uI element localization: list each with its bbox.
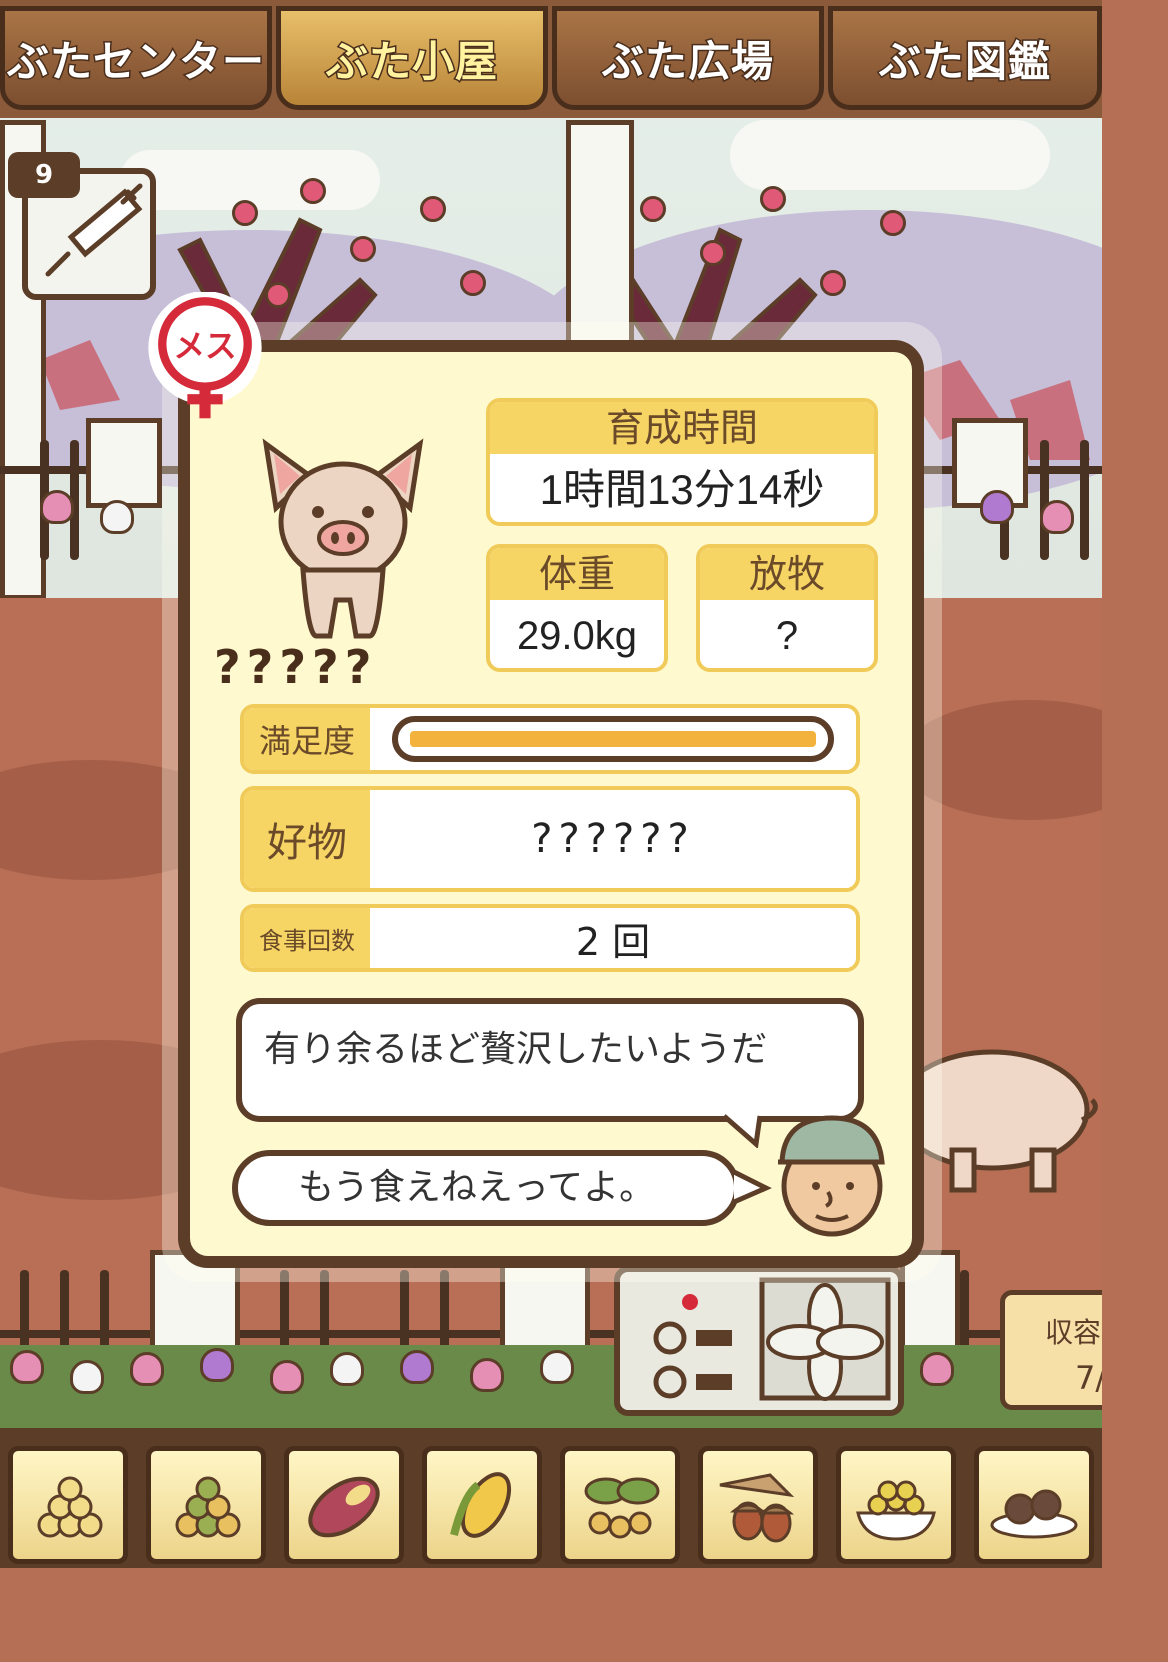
food-slot-acorns[interactable]	[698, 1446, 818, 1564]
cyclamen-flower	[470, 1358, 504, 1392]
meals-label: 食事回数	[244, 908, 370, 968]
growth-time-value: 1時間13分14秒	[539, 466, 825, 513]
fan-icon	[653, 1277, 891, 1401]
favorite-value: ??????	[531, 816, 695, 862]
cyclamen-flower	[270, 1360, 304, 1394]
cyclamen-flower	[10, 1350, 44, 1384]
corn-icon	[450, 1472, 512, 1538]
favorite-food-row: 好物 ??????	[240, 786, 860, 892]
cyclamen-flower	[980, 490, 1014, 524]
food-slot-leafy-plant[interactable]	[560, 1446, 680, 1564]
farmer-speech-bubble: もう食えねえってよ。	[232, 1150, 740, 1226]
blossom	[880, 210, 906, 236]
food-slot-dark-balls[interactable]	[974, 1446, 1094, 1564]
tab-buta-center[interactable]: ぶたセンター	[0, 6, 272, 110]
blossom	[350, 236, 376, 262]
blossom	[420, 196, 446, 222]
blossom	[700, 240, 726, 266]
cyclamen-flower	[920, 1352, 954, 1386]
food-slot-corn[interactable]	[422, 1446, 542, 1564]
grazing-card: 放牧 ?	[696, 544, 878, 672]
meals-value: 2 回	[575, 919, 651, 964]
gate-pillar	[86, 418, 162, 508]
tab-label: ぶた小屋	[324, 35, 498, 87]
farmer-speech-text: もう食えねえってよ。	[298, 1167, 656, 1208]
blossom	[300, 178, 326, 204]
food-slot-soybeans[interactable]	[8, 1446, 128, 1564]
food-slot-green-beans[interactable]	[146, 1446, 266, 1564]
food-slot-grain-bowl[interactable]	[836, 1446, 956, 1564]
fence-post	[1080, 440, 1089, 560]
ventilation-machine	[614, 1266, 904, 1416]
female-gender-icon: メス	[148, 292, 262, 419]
favorite-label: 好物	[244, 790, 370, 888]
satisfaction-gauge	[392, 716, 834, 762]
weight-card: 体重 29.0kg	[486, 544, 668, 672]
soybean-pile-icon	[37, 1476, 103, 1538]
cyclamen-flower	[540, 1350, 574, 1384]
status-message-text: 有り余るほど贅沢したいようだ	[264, 1029, 768, 1070]
tab-label: ぶたセンター	[5, 35, 265, 87]
satisfaction-gauge-fill	[410, 731, 816, 747]
cyclamen-flower	[330, 1352, 364, 1386]
tab-label: ぶた図鑑	[877, 35, 1051, 87]
blossom	[232, 200, 258, 226]
cyclamen-flower	[100, 500, 134, 534]
blossom	[460, 270, 486, 296]
capacity-value: 7/	[1075, 1359, 1102, 1397]
cyclamen-flower	[400, 1350, 434, 1384]
pillar	[566, 120, 634, 350]
weight-label: 体重	[490, 548, 664, 600]
top-nav: ぶたセンター ぶた小屋 ぶた広場 ぶた図鑑	[0, 0, 1102, 118]
status-message-bubble: 有り余るほど贅沢したいようだ	[236, 998, 864, 1122]
bubble-tail	[722, 1114, 763, 1148]
tab-buta-encyclopedia[interactable]: ぶた図鑑	[828, 6, 1102, 110]
acorn-icon	[719, 1473, 795, 1543]
wandering-pig[interactable]	[922, 1040, 1102, 1200]
grain-bowl-icon	[856, 1480, 936, 1541]
cyclamen-flower	[70, 1360, 104, 1394]
grazing-label: 放牧	[700, 548, 874, 600]
blossom	[820, 270, 846, 296]
blossom	[640, 196, 666, 222]
weight-value: 29.0kg	[516, 614, 638, 658]
tab-buta-hut[interactable]: ぶた小屋	[276, 6, 548, 110]
cyclamen-flower	[200, 1348, 234, 1382]
dark-ball-plate-icon	[990, 1489, 1078, 1539]
growth-time-card: 育成時間 1時間13分14秒	[486, 398, 878, 526]
satisfaction-label: 満足度	[244, 708, 370, 770]
farmer-avatar-icon	[778, 1115, 885, 1237]
food-slot-sweet-potato[interactable]	[284, 1446, 404, 1564]
cyclamen-flower	[40, 490, 74, 524]
blossom	[760, 186, 786, 212]
cyclamen-flower	[1040, 500, 1074, 534]
grazing-value: ?	[775, 614, 799, 658]
pig-portrait	[262, 438, 424, 639]
growth-time-label: 育成時間	[490, 402, 874, 454]
tab-buta-plaza[interactable]: ぶた広場	[552, 6, 824, 110]
item-count-badge: 9	[8, 152, 80, 198]
fence-post	[1040, 440, 1049, 560]
cyclamen-flower	[130, 1352, 164, 1386]
gender-label: メス	[173, 329, 236, 365]
green-bean-pile-icon	[175, 1476, 241, 1538]
meal-count-row: 食事回数 2 回	[240, 904, 860, 972]
capacity-sign: 収容 7/	[1000, 1290, 1102, 1410]
capacity-label: 収容	[1045, 1316, 1102, 1349]
bubble-tail	[732, 1169, 772, 1205]
sweet-potato-icon	[308, 1476, 380, 1538]
pig-name: ?????	[214, 640, 378, 694]
tab-label: ぶた広場	[600, 35, 774, 87]
leafy-plant-icon	[584, 1477, 660, 1539]
